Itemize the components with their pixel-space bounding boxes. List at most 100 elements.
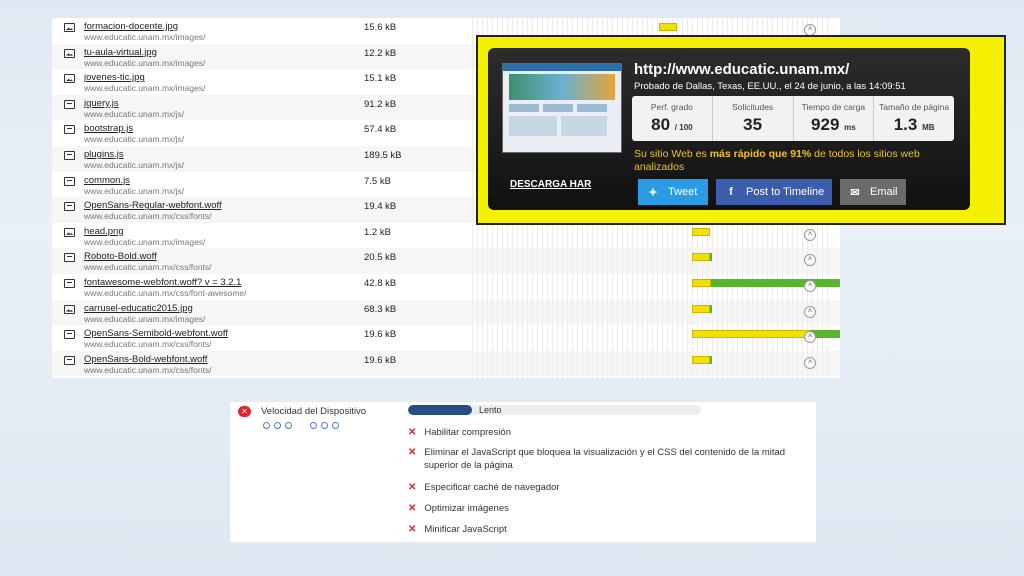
device-dots-left (263, 422, 292, 429)
resource-name-link[interactable]: tu-aula-virtual.jpg (84, 47, 157, 58)
chevron-up-icon[interactable]: ˄ (804, 280, 816, 292)
image-file-icon (64, 74, 75, 84)
resource-path: www.educatic.unam.mx/css/fonts/ (84, 339, 212, 350)
rule-item: ✕ Especificar caché de navegador (408, 481, 808, 494)
resource-size: 7.5 kB (364, 175, 391, 187)
image-file-icon (64, 23, 75, 32)
rule-item: ✕ Habilitar compresión (408, 426, 808, 439)
resource-name-link[interactable]: OpenSans-Regular-webfont.woff (84, 200, 222, 211)
timing-bar (691, 253, 712, 262)
tested-from-text: Probado de Dallas, Texas, EE.UU., el 24 … (634, 81, 906, 92)
document-file-icon (64, 253, 75, 263)
x-icon: ✕ (408, 447, 417, 458)
table-row[interactable]: Roboto-Bold.woff www.educatic.unam.mx/css… (52, 248, 840, 274)
category-title: Velocidad del Dispositivo (261, 406, 367, 417)
table-row[interactable]: OpenSans-Semibold-webfont.woff www.educat… (52, 325, 840, 351)
device-dots-right (310, 422, 339, 429)
document-file-icon (64, 99, 75, 109)
resource-size: 15.1 kB (364, 73, 397, 85)
resource-size: 91.2 kB (364, 98, 397, 110)
rule-item: ✕ Minificar JavaScript (408, 523, 808, 536)
resource-size: 68.3 kB (364, 303, 397, 315)
timing-bar (691, 227, 710, 236)
resource-name-link[interactable]: jquery.js (84, 98, 119, 109)
metric-value: 929 (811, 115, 840, 134)
facebook-label: Post to Timeline (746, 186, 825, 198)
resource-size: 1.2 kB (364, 226, 391, 238)
timing-bar (691, 304, 712, 313)
chevron-up-icon[interactable]: ˄ (804, 305, 816, 318)
metric-value: 80 (651, 115, 671, 134)
document-file-icon (64, 355, 75, 365)
resource-name-link[interactable]: OpenSans-Semibold-webfont.woff (84, 328, 228, 339)
download-har-link[interactable]: DESCARGA HAR (510, 179, 591, 190)
timing-bar (691, 279, 840, 287)
resource-size: 15.6 kB (364, 22, 397, 33)
speed-comparison-text: Su sitio Web es más rápido que 91% de to… (634, 148, 964, 174)
table-row[interactable]: carrusel-educatic2015.jpg www.educatic.un… (52, 299, 840, 326)
resource-name-link[interactable]: carrusel-educatic2015.jpg (84, 303, 193, 314)
result-card: DESCARGA HAR http://www.educatic.unam.mx… (476, 35, 1006, 225)
timing-segment-receive (709, 355, 712, 364)
resource-name-link[interactable]: bootstrap.js (84, 123, 133, 134)
table-row[interactable]: OpenSans-Bold-webfont.woff www.educatic.u… (52, 350, 840, 377)
resource-size: 19.6 kB (364, 354, 397, 366)
metric-label: Tamaño de página (879, 102, 950, 112)
resource-name-link[interactable]: Roboto-Bold.woff (84, 251, 157, 262)
metric-page-size: Tamaño de página 1.3 MB (874, 96, 954, 141)
chevron-up-icon[interactable]: ˄ (804, 356, 816, 369)
email-button[interactable]: ✉ Email (840, 179, 906, 205)
image-file-icon (64, 304, 75, 314)
metric-perf-grade: Perf. grado 80 / 100 (632, 96, 713, 141)
x-icon: ✕ (408, 503, 417, 514)
x-icon: ✕ (408, 427, 417, 438)
resource-path: www.educatic.unam.mx/css/font-awesome/ (84, 288, 247, 298)
resource-name-link[interactable]: formacion-docente.jpg (84, 21, 178, 32)
resource-name-link[interactable]: fontawesome-webfont.woff? v = 3.2.1 (84, 277, 241, 288)
resource-size: 189.5 kB (364, 150, 402, 161)
resource-name-link[interactable]: common.js (84, 175, 130, 186)
chevron-up-icon[interactable]: ˄ (804, 331, 816, 344)
resource-name-link[interactable]: OpenSans-Bold-webfont.woff (84, 354, 207, 365)
resource-path: www.educatic.unam.mx/css/fonts/ (84, 262, 212, 273)
resource-name-link[interactable]: head.png (84, 226, 124, 237)
document-file-icon (64, 330, 75, 340)
resource-size: 57.4 kB (364, 124, 397, 136)
document-file-icon (64, 176, 75, 186)
document-file-icon (64, 125, 75, 135)
envelope-icon: ✉ (850, 186, 860, 199)
pagespeed-panel: ✕ Velocidad del Dispositivo Lento ✕ Habil… (230, 402, 816, 542)
metric-unit: MB (922, 123, 935, 132)
timing-segment-receive (711, 279, 840, 287)
table-row[interactable]: fontawesome-webfont.woff? v = 3.2.1 www.e… (52, 274, 840, 300)
resource-path: www.educatic.unam.mx/images/ (84, 236, 206, 247)
timing-bar (691, 330, 840, 339)
timing-bar (691, 355, 712, 364)
timing-segment-wait (691, 253, 710, 262)
speed-prefix: Su sitio Web es (634, 148, 710, 160)
resource-path: www.educatic.unam.mx/images/ (84, 57, 206, 68)
rule-text: Habilitar compresión (424, 427, 511, 438)
metric-requests: Solicitudes 35 (713, 96, 794, 141)
chevron-up-icon[interactable]: ˄ (804, 228, 816, 241)
resource-name-link[interactable]: plugins.js (84, 149, 124, 160)
rule-text: Eliminar el JavaScript que bloquea la vi… (424, 447, 786, 471)
resource-size: 20.5 kB (364, 252, 397, 264)
table-row[interactable]: head.png www.educatic.unam.mx/images/1.2 … (52, 223, 840, 249)
rule-text: Optimizar imágenes (424, 503, 509, 514)
chevron-up-icon[interactable]: ˄ (804, 254, 816, 267)
metrics-box: Perf. grado 80 / 100 Solicitudes 35 Tiem… (632, 96, 954, 141)
timing-bar (659, 23, 678, 31)
timing-segment-wait (691, 304, 710, 313)
document-file-icon (64, 202, 75, 212)
metric-value: 1.3 (893, 115, 918, 134)
fail-icon: ✕ (238, 406, 251, 417)
resource-name-link[interactable]: jovenes-tic.jpg (84, 72, 145, 83)
tweet-button[interactable]: ✦ Tweet (638, 179, 708, 205)
rule-item: ✕ Eliminar el JavaScript que bloquea la v… (408, 446, 804, 472)
resource-path: www.educatic.unam.mx/js/ (84, 134, 185, 145)
rule-text: Especificar caché de navegador (424, 482, 560, 493)
site-url: http://www.educatic.unam.mx/ (634, 61, 850, 78)
post-to-timeline-button[interactable]: f Post to Timeline (716, 179, 832, 205)
rule-item: ✕ Optimizar imágenes (408, 502, 808, 515)
